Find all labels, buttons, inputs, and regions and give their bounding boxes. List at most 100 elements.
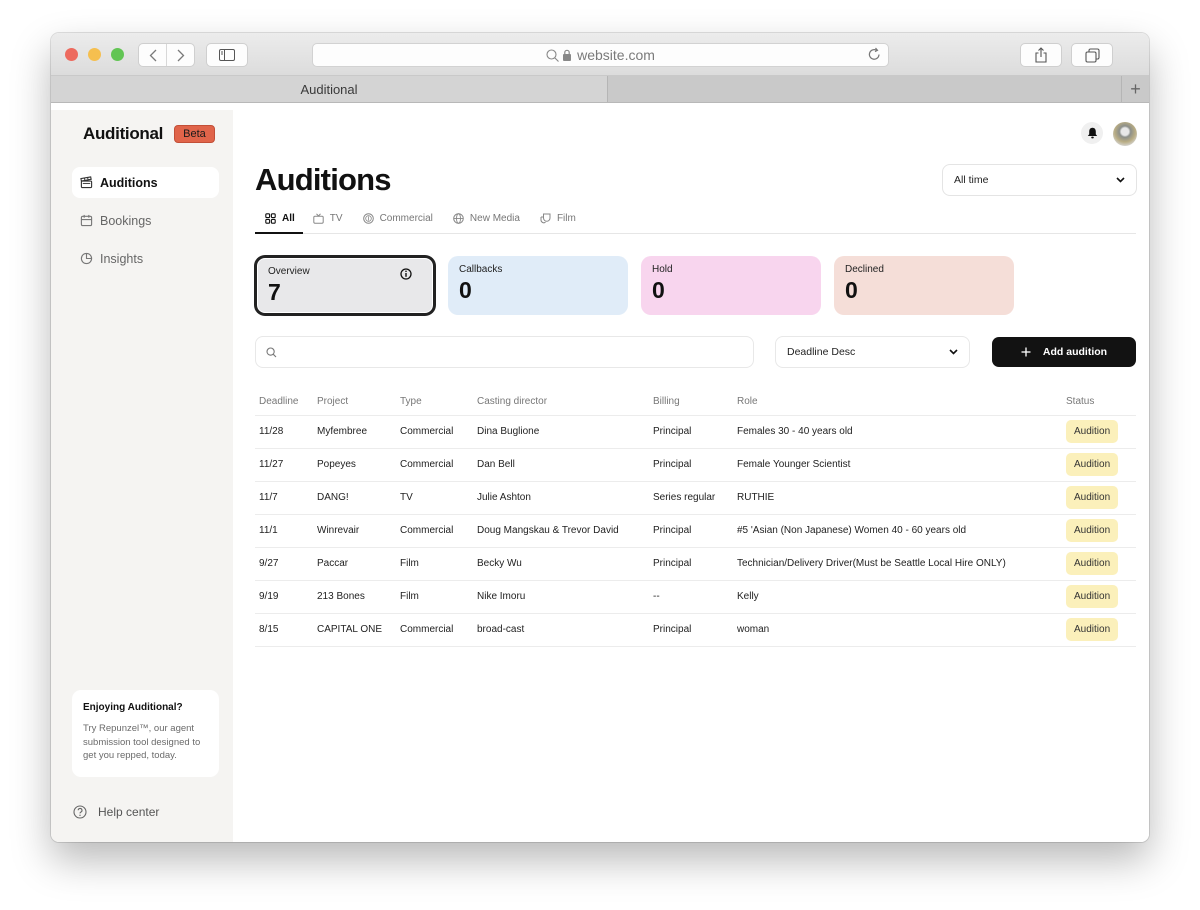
cell-role: Female Younger Scientist bbox=[733, 448, 1062, 482]
column-header-deadline[interactable]: Deadline bbox=[255, 388, 313, 416]
cell-casting-director: Doug Mangskau & Trevor David bbox=[473, 514, 649, 548]
user-avatar[interactable] bbox=[1113, 122, 1137, 146]
help-center-label: Help center bbox=[98, 805, 160, 819]
stat-label: Declined bbox=[845, 264, 884, 275]
back-button[interactable] bbox=[139, 44, 167, 66]
cell-billing: Series regular bbox=[649, 481, 733, 515]
period-select[interactable]: All time bbox=[942, 164, 1137, 196]
stats-cards: Overview 7 Callbacks 0 Hold 0 Declined 0 bbox=[255, 256, 1014, 315]
stat-card-declined[interactable]: Declined 0 bbox=[834, 256, 1014, 315]
new-tab-button[interactable]: + bbox=[1121, 76, 1149, 102]
cell-type: Film bbox=[396, 547, 473, 581]
column-header-type[interactable]: Type bbox=[396, 388, 473, 416]
sort-select[interactable]: Deadline Desc bbox=[775, 336, 970, 368]
stat-value: 7 bbox=[268, 279, 281, 305]
table-row[interactable]: 11/28 Myfembree Commercial Dina Buglione Pri… bbox=[255, 415, 1136, 449]
sidebar-toggle-button[interactable] bbox=[206, 43, 248, 67]
tab-all[interactable]: All bbox=[255, 204, 303, 234]
status-badge[interactable]: Audition bbox=[1066, 519, 1119, 542]
search-input[interactable] bbox=[285, 346, 753, 358]
cell-deadline: 9/19 bbox=[255, 580, 313, 614]
cell-type: Commercial bbox=[396, 613, 473, 647]
status-badge[interactable]: Audition bbox=[1066, 486, 1119, 509]
status-badge[interactable]: Audition bbox=[1066, 552, 1119, 575]
promo-title: Enjoying Auditional? bbox=[83, 702, 183, 713]
table-row[interactable]: 8/15 CAPITAL ONE Commercial broad-cast Princ… bbox=[255, 613, 1136, 647]
add-audition-button[interactable]: Add audition bbox=[992, 337, 1136, 367]
history-nav bbox=[138, 43, 195, 67]
sidebar-item-bookings[interactable]: Bookings bbox=[72, 205, 219, 236]
brand-logo[interactable]: Auditional bbox=[83, 124, 163, 144]
sidebar-item-auditions[interactable]: Auditions bbox=[72, 167, 219, 198]
tab-tv[interactable]: TV bbox=[303, 204, 353, 233]
maximize-window-button[interactable] bbox=[111, 48, 124, 61]
status-badge[interactable]: Audition bbox=[1066, 453, 1119, 476]
table-body: 11/28 Myfembree Commercial Dina Buglione Pri… bbox=[255, 415, 1136, 647]
tab-new-media[interactable]: New Media bbox=[443, 204, 530, 233]
column-header-project[interactable]: Project bbox=[313, 388, 396, 416]
cell-project: DANG! bbox=[313, 481, 396, 515]
help-center-link[interactable]: Help center bbox=[73, 805, 159, 819]
cell-casting-director: Dina Buglione bbox=[473, 415, 649, 449]
table-row[interactable]: 11/7 DANG! TV Julie Ashton Series regular RUT… bbox=[255, 481, 1136, 515]
sidebar-icon bbox=[219, 49, 235, 61]
cell-status: Audition bbox=[1062, 514, 1136, 548]
browser-tabbar: Auditional + bbox=[51, 76, 1149, 103]
cell-deadline: 11/28 bbox=[255, 415, 313, 449]
search-field[interactable] bbox=[255, 336, 754, 368]
tab-label: TV bbox=[329, 213, 343, 224]
table-row[interactable]: 9/27 Paccar Film Becky Wu Principal Technicia… bbox=[255, 547, 1136, 581]
address-bar[interactable]: website.com bbox=[312, 43, 889, 67]
cell-project: CAPITAL ONE bbox=[313, 613, 396, 647]
pie-chart-icon bbox=[80, 252, 93, 265]
cell-project: 213 Bones bbox=[313, 580, 396, 614]
stat-card-callbacks[interactable]: Callbacks 0 bbox=[448, 256, 628, 315]
tab-label: New Media bbox=[469, 213, 520, 224]
clapperboard-icon bbox=[80, 176, 93, 189]
cell-status: Audition bbox=[1062, 481, 1136, 515]
cell-type: Commercial bbox=[396, 514, 473, 548]
stat-label: Overview bbox=[268, 266, 310, 277]
status-badge[interactable]: Audition bbox=[1066, 420, 1119, 443]
stat-card-hold[interactable]: Hold 0 bbox=[641, 256, 821, 315]
cell-casting-director: broad-cast bbox=[473, 613, 649, 647]
column-header-role[interactable]: Role bbox=[733, 388, 1062, 416]
info-icon[interactable] bbox=[400, 267, 412, 285]
search-icon bbox=[546, 48, 559, 62]
chevron-down-icon bbox=[949, 349, 958, 355]
cell-type: TV bbox=[396, 481, 473, 515]
browser-tab[interactable]: Auditional bbox=[51, 76, 608, 102]
auditions-table: Deadline Project Type Casting director B… bbox=[255, 388, 1136, 647]
period-select-value: All time bbox=[954, 174, 989, 186]
column-header-status[interactable]: Status bbox=[1062, 388, 1136, 416]
share-button[interactable] bbox=[1020, 43, 1062, 67]
reload-button[interactable] bbox=[867, 47, 882, 65]
bell-icon bbox=[1087, 127, 1097, 139]
table-row[interactable]: 11/27 Popeyes Commercial Dan Bell Principal F… bbox=[255, 448, 1136, 482]
cell-deadline: 11/1 bbox=[255, 514, 313, 548]
column-header-billing[interactable]: Billing bbox=[649, 388, 733, 416]
cell-deadline: 9/27 bbox=[255, 547, 313, 581]
tab-film[interactable]: Film bbox=[530, 204, 586, 233]
show-tabs-button[interactable] bbox=[1071, 43, 1113, 67]
stat-value: 0 bbox=[845, 277, 858, 303]
coin-icon bbox=[362, 213, 374, 224]
status-badge[interactable]: Audition bbox=[1066, 585, 1119, 608]
status-badge[interactable]: Audition bbox=[1066, 618, 1119, 641]
browser-tab-title: Auditional bbox=[300, 81, 358, 97]
close-window-button[interactable] bbox=[65, 48, 78, 61]
cell-billing: Principal bbox=[649, 448, 733, 482]
forward-button[interactable] bbox=[167, 44, 194, 66]
cell-type: Commercial bbox=[396, 448, 473, 482]
promo-card[interactable]: Enjoying Auditional? Try Repunzel™, our … bbox=[72, 690, 219, 777]
notifications-button[interactable] bbox=[1081, 122, 1103, 144]
sidebar-item-insights[interactable]: Insights bbox=[72, 243, 219, 274]
table-row[interactable]: 11/1 Winrevair Commercial Doug Mangskau & T… bbox=[255, 514, 1136, 548]
table-row[interactable]: 9/19 213 Bones Film Nike Imoru -- Kelly Auditi… bbox=[255, 580, 1136, 614]
cell-status: Audition bbox=[1062, 547, 1136, 581]
cell-casting-director: Becky Wu bbox=[473, 547, 649, 581]
stat-card-overview[interactable]: Overview 7 bbox=[255, 256, 435, 315]
tab-commercial[interactable]: Commercial bbox=[353, 204, 443, 233]
minimize-window-button[interactable] bbox=[88, 48, 101, 61]
column-header-casting-director[interactable]: Casting director bbox=[473, 388, 649, 416]
